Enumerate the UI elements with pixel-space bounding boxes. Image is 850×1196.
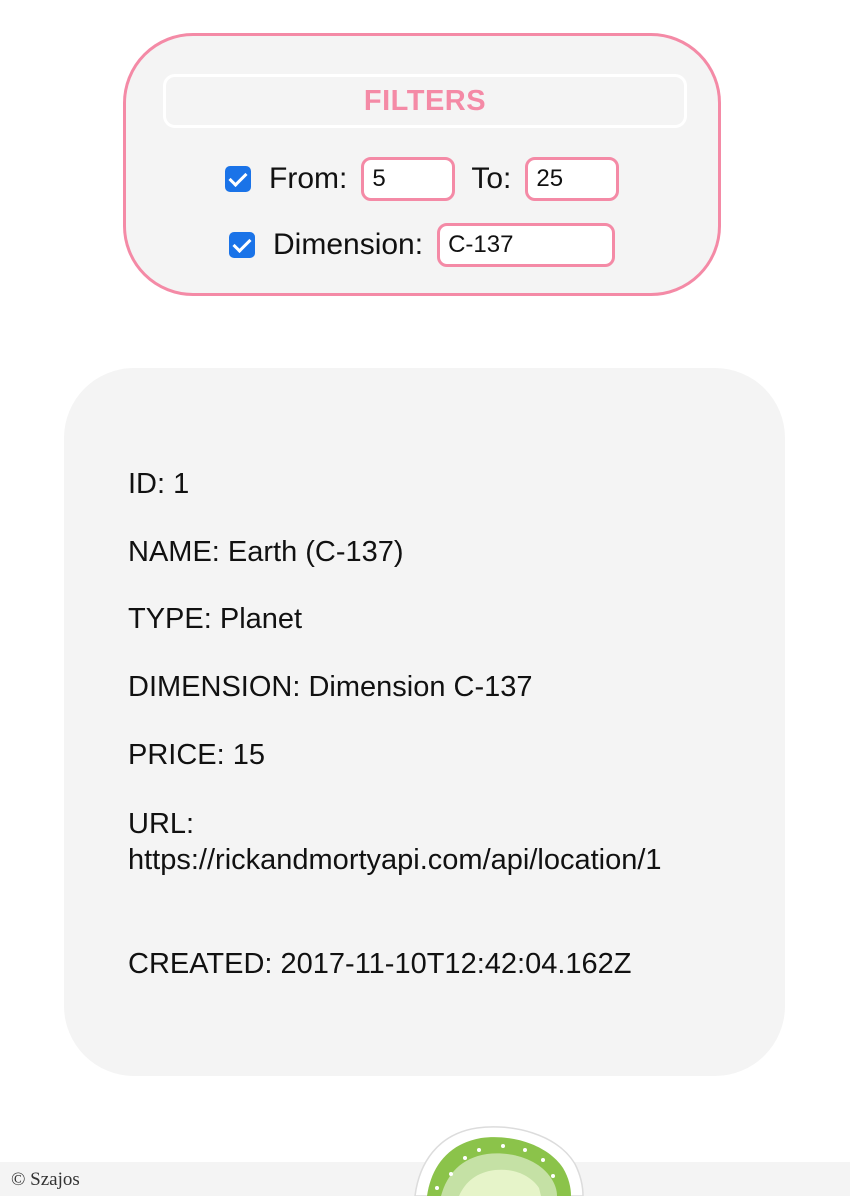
copyright-text: © Szajos [11,1169,80,1190]
filters-title: FILTERS [163,74,687,128]
to-label: To: [471,162,512,195]
portal-icon [414,1126,584,1196]
location-id: ID: 1 [128,468,190,500]
url-label: URL: [128,808,195,840]
from-input[interactable]: 5 [361,157,456,201]
location-price: PRICE: 15 [128,739,265,771]
dimension-input[interactable]: C-137 [437,223,616,267]
from-label: From: [269,162,348,195]
dimension-label: Dimension: [273,228,424,261]
page: FILTERS From: 5 To: 25 Dimension: C-137 … [0,0,850,1196]
location-dimension: DIMENSION: Dimension C-137 [128,671,533,703]
price-range-row: From: 5 To: 25 [225,154,620,204]
to-input[interactable]: 25 [525,157,620,201]
url-value: https://rickandmortyapi.com/api/location… [128,844,662,876]
filters-panel: FILTERS From: 5 To: 25 Dimension: C-137 [123,33,721,296]
location-name: NAME: Earth (C-137) [128,536,404,568]
dimension-checkbox[interactable] [229,232,255,258]
location-url: URL: https://rickandmortyapi.com/api/loc… [128,806,738,878]
location-type: TYPE: Planet [128,603,303,635]
location-created: CREATED: 2017-11-10T12:42:04.162Z [128,948,632,980]
location-card: ID: 1 NAME: Earth (C-137) TYPE: Planet D… [64,368,785,1076]
dimension-row: Dimension: C-137 [229,220,616,270]
price-range-checkbox[interactable] [225,166,251,192]
